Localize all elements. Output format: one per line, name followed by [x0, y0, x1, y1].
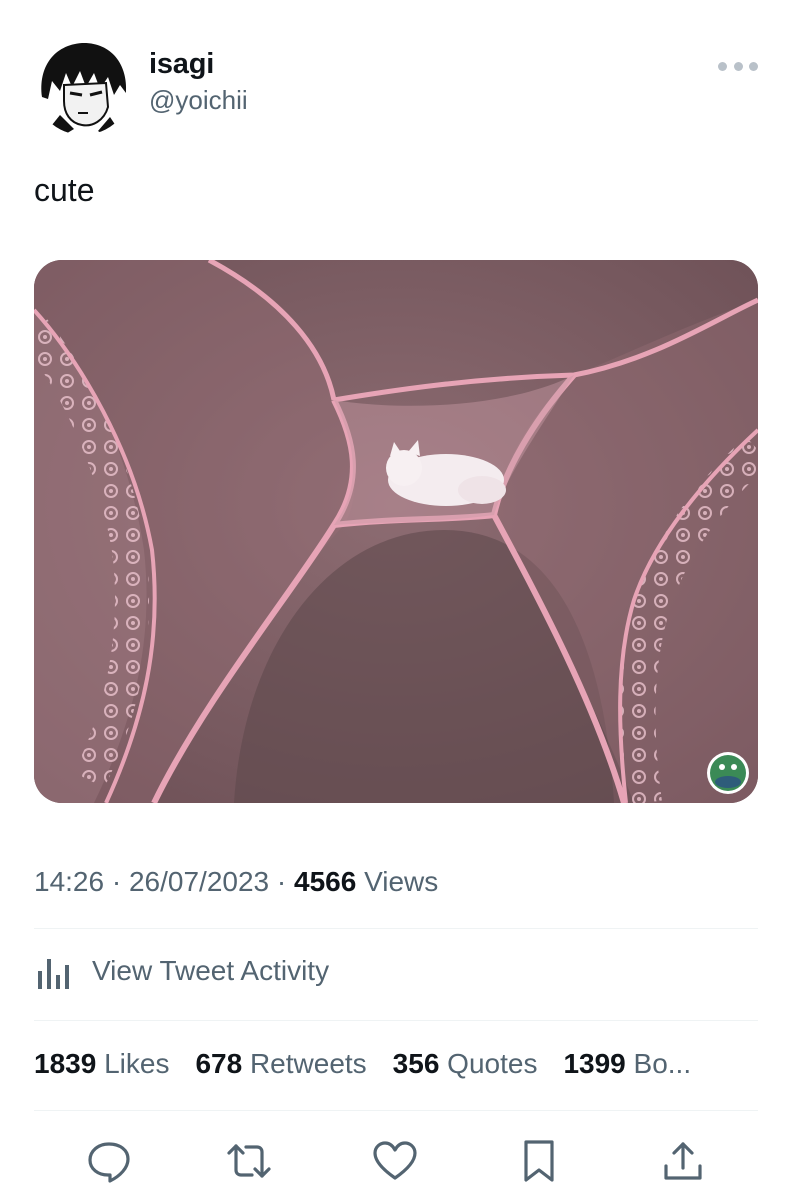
tweet-date[interactable]: 26/07/2023 [129, 866, 269, 897]
more-options-icon[interactable] [718, 56, 758, 76]
view-tweet-activity-label: View Tweet Activity [92, 955, 330, 986]
tweet-timestamp-views: 14:26 · 26/07/2023 · 4566 Views [34, 866, 438, 898]
analytics-bars-icon [38, 959, 69, 989]
divider [34, 1110, 758, 1111]
tweet-header: isagi @yoichii [34, 30, 760, 140]
meta-separator: · [104, 866, 129, 897]
retweets-count: 678 [195, 1048, 243, 1079]
tweet-action-bar [34, 1136, 758, 1186]
divider [34, 928, 758, 929]
bookmark-icon[interactable] [514, 1136, 564, 1186]
quotes-label: Quotes [447, 1048, 538, 1079]
meta-separator: · [269, 866, 294, 897]
user-handle[interactable]: @yoichii [149, 85, 248, 116]
likes-stat[interactable]: 1839 Likes [34, 1048, 169, 1080]
views-label: Views [364, 866, 439, 897]
views-count: 4566 [294, 866, 357, 897]
display-name[interactable]: isagi [149, 48, 248, 81]
user-info[interactable]: isagi @yoichii [149, 48, 248, 116]
tweet-stats: 1839 Likes 678 Retweets 356 Quotes 1399 … [34, 1048, 717, 1080]
retweets-stat[interactable]: 678 Retweets [195, 1048, 366, 1080]
quotes-stat[interactable]: 356 Quotes [393, 1048, 538, 1080]
bookmarks-count: 1399 [563, 1048, 626, 1079]
likes-count: 1839 [34, 1048, 97, 1079]
share-icon[interactable] [658, 1136, 708, 1186]
tweet-text: cute [34, 172, 95, 208]
bookmarks-stat[interactable]: 1399 Bo... [563, 1048, 691, 1080]
quotes-count: 356 [392, 1048, 440, 1079]
view-tweet-activity-button[interactable]: View Tweet Activity [34, 953, 329, 989]
retweets-label: Retweets [249, 1048, 367, 1079]
tweet-photo[interactable] [34, 260, 758, 803]
like-icon[interactable] [370, 1136, 420, 1186]
bookmarks-label: Bo... [633, 1048, 692, 1079]
divider [34, 1020, 758, 1021]
reply-icon[interactable] [84, 1136, 134, 1186]
retweet-icon[interactable] [224, 1136, 274, 1186]
likes-label: Likes [104, 1048, 170, 1079]
avatar[interactable] [34, 37, 132, 135]
tweet-time[interactable]: 14:26 [34, 866, 104, 897]
